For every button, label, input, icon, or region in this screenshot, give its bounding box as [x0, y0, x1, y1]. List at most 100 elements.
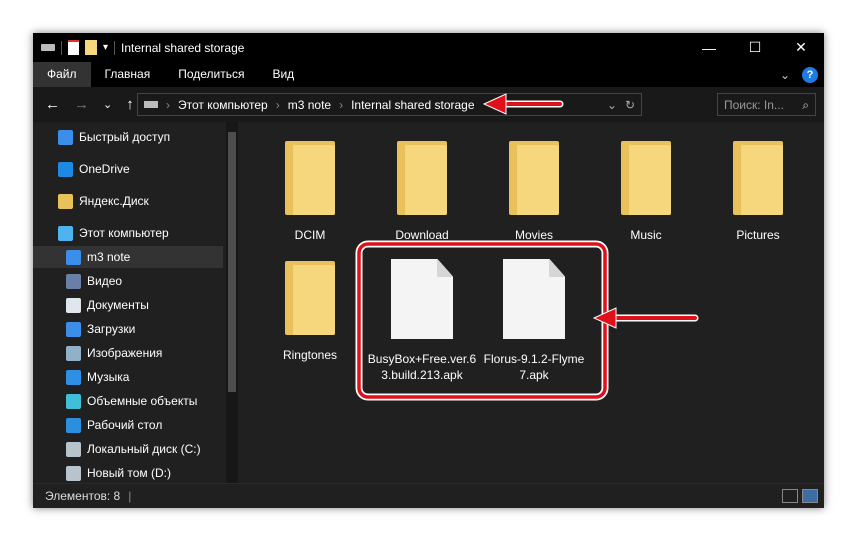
- breadcrumb-separator: ›: [339, 97, 344, 112]
- item-label: Ringtones: [282, 348, 338, 362]
- sidebar-item-label: Объемные объекты: [87, 394, 198, 408]
- item-label: BusyBox+Free.ver.63.build.213.apk: [367, 352, 477, 382]
- divider: [61, 40, 62, 55]
- back-button[interactable]: ←: [45, 96, 60, 113]
- folder-item[interactable]: Movies: [484, 137, 584, 243]
- drive-icon[interactable]: [41, 44, 55, 51]
- sidebar-item[interactable]: Документы: [33, 294, 223, 316]
- new-folder-icon[interactable]: [85, 40, 97, 55]
- tab-home[interactable]: Главная: [91, 62, 165, 87]
- maximize-button[interactable]: ☐: [732, 33, 778, 62]
- item-label: Download: [395, 228, 449, 242]
- address-dropdown-icon[interactable]: ⌄: [607, 98, 617, 112]
- sidebar-item[interactable]: OneDrive: [33, 158, 223, 180]
- folder-item[interactable]: Ringtones: [260, 257, 360, 363]
- customize-toolbar-icon[interactable]: ▾: [103, 42, 108, 53]
- sidebar-item-label: Документы: [87, 298, 149, 312]
- sidebar-item[interactable]: Рабочий стол: [33, 414, 223, 436]
- cloud-icon: [58, 161, 73, 177]
- properties-icon[interactable]: [68, 40, 79, 55]
- refresh-icon[interactable]: ↻: [625, 98, 635, 112]
- search-placeholder: Поиск: In...: [724, 98, 784, 112]
- up-button[interactable]: ↑: [126, 96, 134, 113]
- status-bar: Элементов: 8 |: [33, 483, 824, 508]
- tab-view[interactable]: Вид: [258, 62, 308, 87]
- folder-icon: [733, 137, 783, 215]
- pictures-icon: [66, 345, 81, 361]
- sidebar-item-label: Загрузки: [87, 322, 136, 336]
- ribbon: Файл Главная Поделиться Вид ⌄ ?: [33, 62, 824, 87]
- sidebar-item-label: Видео: [87, 274, 123, 288]
- breadcrumb-internal-storage[interactable]: Internal shared storage: [351, 98, 474, 112]
- title-bar: ▾ Internal shared storage — ☐ ✕: [33, 33, 824, 62]
- sidebar-item-label: Изображения: [87, 346, 163, 360]
- help-icon[interactable]: ?: [802, 66, 818, 83]
- drive-icon: [66, 465, 81, 481]
- sidebar-item-label: m3 note: [87, 250, 131, 264]
- sidebar-item[interactable]: Быстрый доступ: [33, 126, 223, 148]
- explorer-window: ▾ Internal shared storage — ☐ ✕ Файл Гла…: [33, 33, 824, 508]
- search-icon: ⌕: [802, 98, 809, 112]
- sidebar-scrollbar[interactable]: [226, 122, 238, 483]
- folder-icon: [621, 137, 671, 215]
- sidebar-item[interactable]: m3 note: [33, 246, 223, 268]
- item-label: Movies: [514, 228, 553, 242]
- document-icon: [66, 297, 81, 313]
- recent-locations-button[interactable]: ⌄: [103, 98, 112, 111]
- sidebar-item[interactable]: Объемные объекты: [33, 390, 223, 412]
- breadcrumb-separator: ›: [166, 97, 170, 112]
- search-input[interactable]: Поиск: In... ⌕: [717, 93, 816, 116]
- sidebar-item[interactable]: Этот компьютер: [33, 222, 223, 244]
- computer-icon: [58, 225, 73, 241]
- breadcrumb-m3-note[interactable]: m3 note: [288, 98, 331, 112]
- expand-ribbon-icon[interactable]: ⌄: [780, 68, 790, 82]
- music-icon: [66, 369, 81, 385]
- sidebar-item[interactable]: Загрузки: [33, 318, 223, 340]
- folder-icon: [509, 137, 559, 215]
- minimize-button[interactable]: —: [686, 33, 732, 62]
- sidebar-item-label: Новый том (D:): [87, 466, 171, 480]
- divider: |: [128, 489, 132, 503]
- folder-item[interactable]: DCIM: [260, 137, 360, 243]
- star-icon: [58, 129, 73, 145]
- file-icon: [391, 259, 453, 339]
- sidebar-item-label: Этот компьютер: [79, 226, 169, 240]
- folder-icon: [285, 257, 335, 335]
- large-icons-view-button[interactable]: [802, 489, 818, 503]
- sidebar-item[interactable]: Видео: [33, 270, 223, 292]
- address-bar-area: ← → ⌄ ↑ › Этот компьютер › m3 note › Int…: [33, 87, 824, 122]
- file-item[interactable]: Florus-9.1.2-Flyme7.apk: [479, 259, 589, 383]
- tab-file[interactable]: Файл: [33, 62, 91, 87]
- sidebar-item[interactable]: Новый том (D:): [33, 462, 223, 483]
- sidebar-item[interactable]: Изображения: [33, 342, 223, 364]
- navigation-pane: Быстрый доступ OneDrive Яндекс.Диск Этот ко…: [33, 122, 238, 483]
- folder-item[interactable]: Pictures: [708, 137, 808, 243]
- folder-item[interactable]: Download: [372, 137, 472, 243]
- sidebar-item[interactable]: Локальный диск (C:): [33, 438, 223, 460]
- forward-button[interactable]: →: [74, 96, 89, 113]
- folder-icon: [285, 137, 335, 215]
- download-icon: [66, 321, 81, 337]
- yandex-disk-icon: [58, 193, 73, 209]
- details-view-button[interactable]: [782, 489, 798, 503]
- close-button[interactable]: ✕: [778, 33, 824, 62]
- video-icon: [66, 273, 81, 289]
- folder-icon: [397, 137, 447, 215]
- address-bar[interactable]: › Этот компьютер › m3 note › Internal sh…: [137, 93, 642, 116]
- sidebar-item[interactable]: Яндекс.Диск: [33, 190, 223, 212]
- sidebar-item-label: Музыка: [87, 370, 130, 384]
- drive-icon: [66, 441, 81, 457]
- breadcrumb-this-pc[interactable]: Этот компьютер: [178, 98, 268, 112]
- item-label: DCIM: [294, 228, 326, 242]
- scrollbar-thumb[interactable]: [228, 132, 236, 392]
- 3d-objects-icon: [66, 393, 81, 409]
- sidebar-item[interactable]: Музыка: [33, 366, 223, 388]
- tab-share[interactable]: Поделиться: [164, 62, 258, 87]
- item-count: Элементов: 8: [45, 489, 121, 503]
- file-item[interactable]: BusyBox+Free.ver.63.build.213.apk: [367, 259, 477, 383]
- item-label: Florus-9.1.2-Flyme7.apk: [483, 352, 585, 382]
- folder-item[interactable]: Music: [596, 137, 696, 243]
- sidebar-item-label: Быстрый доступ: [79, 130, 171, 144]
- sidebar-item-label: Локальный диск (C:): [87, 442, 201, 456]
- breadcrumb-separator: ›: [275, 97, 280, 112]
